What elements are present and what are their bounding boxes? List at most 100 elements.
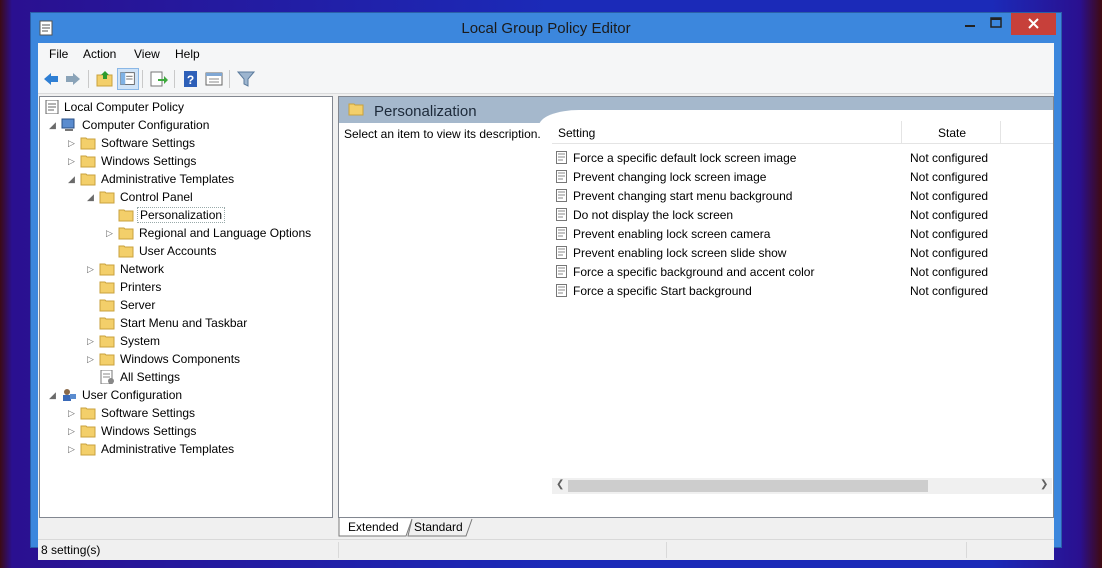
tree-node-printers[interactable]: Printers xyxy=(87,279,317,297)
folder-icon xyxy=(118,227,134,240)
status-bar: 8 setting(s) xyxy=(38,539,1054,560)
help-icon[interactable]: ? xyxy=(180,68,202,90)
back-icon[interactable] xyxy=(40,68,62,90)
tree-node-local-computer-policy[interactable]: Local Computer Policy xyxy=(40,99,320,117)
folder-icon xyxy=(80,155,96,168)
tree-node-control-panel[interactable]: ◢ Control Panel xyxy=(87,189,317,207)
window-title: Local Group Policy Editor xyxy=(461,20,631,37)
setting-icon xyxy=(556,151,567,164)
tree-node-label: System xyxy=(120,334,161,348)
toolbar-separator xyxy=(142,70,143,88)
setting-row[interactable]: Force a specific default lock screen ima… xyxy=(552,148,1052,167)
tree-node-network[interactable]: ▷ Network xyxy=(87,261,317,279)
tree-node-label: Start Menu and Taskbar xyxy=(120,316,248,330)
scrollbar-thumb[interactable] xyxy=(568,480,928,492)
properties-icon[interactable] xyxy=(203,68,225,90)
forward-icon[interactable] xyxy=(62,68,84,90)
setting-name: Prevent changing lock screen image xyxy=(573,170,767,184)
column-separator[interactable] xyxy=(901,121,902,143)
setting-name: Prevent enabling lock screen camera xyxy=(573,227,771,241)
tree-node-label: User Accounts xyxy=(139,244,217,258)
tree-node-user-software-settings[interactable]: ▷ Software Settings xyxy=(68,405,318,423)
tree-node-system[interactable]: ▷ System xyxy=(87,333,317,351)
setting-row[interactable]: Force a specific Start background Not con… xyxy=(552,281,1052,300)
minimize-button[interactable] xyxy=(957,13,983,35)
all-settings-icon xyxy=(100,370,114,384)
expand-icon[interactable]: ▷ xyxy=(87,264,97,274)
close-button[interactable] xyxy=(1011,13,1056,35)
up-folder-icon[interactable] xyxy=(94,68,116,90)
tree-node-user-accounts[interactable]: User Accounts xyxy=(106,243,316,261)
expand-icon[interactable]: ▷ xyxy=(68,444,78,454)
title-bar[interactable]: Local Group Policy Editor xyxy=(31,13,1061,43)
setting-state: Not configured xyxy=(910,265,989,279)
filter-icon[interactable] xyxy=(235,68,257,90)
expand-icon[interactable]: ▷ xyxy=(87,336,97,346)
user-icon xyxy=(63,389,76,401)
toolbar: ? xyxy=(38,65,1054,94)
scroll-left-icon[interactable]: ❮ xyxy=(556,479,564,490)
setting-row[interactable]: Prevent changing lock screen image Not co… xyxy=(552,167,1052,186)
tab-extended[interactable]: Extended xyxy=(338,518,408,536)
show-hide-tree-icon[interactable] xyxy=(117,68,139,90)
expand-icon[interactable]: ▷ xyxy=(68,156,78,166)
tree-node-windows-settings[interactable]: ▷ Windows Settings xyxy=(68,153,318,171)
collapse-icon[interactable]: ◢ xyxy=(68,174,78,184)
expand-icon[interactable]: ▷ xyxy=(106,228,116,238)
scroll-right-icon[interactable]: ❯ xyxy=(1040,479,1048,490)
maximize-button[interactable] xyxy=(983,13,1009,35)
tree-node-label: User Configuration xyxy=(82,388,183,402)
menu-help[interactable]: Help xyxy=(175,47,200,61)
column-header-setting[interactable]: Setting xyxy=(558,126,595,140)
tree-node-computer-configuration[interactable]: ◢ Computer Configuration xyxy=(49,117,319,135)
toolbar-separator xyxy=(229,70,230,88)
tree-node-administrative-templates[interactable]: ◢ Administrative Templates xyxy=(68,171,318,189)
collapse-icon[interactable]: ◢ xyxy=(49,120,59,130)
tree-node-user-configuration[interactable]: ◢ User Configuration xyxy=(49,387,319,405)
expand-icon[interactable]: ▷ xyxy=(68,408,78,418)
setting-row[interactable]: Force a specific background and accent c… xyxy=(552,262,1052,281)
tree-node-regional-language[interactable]: ▷ Regional and Language Options xyxy=(106,225,316,243)
menu-view[interactable]: View xyxy=(134,47,160,61)
tree-node-start-menu-taskbar[interactable]: Start Menu and Taskbar xyxy=(87,315,317,333)
collapse-icon[interactable]: ◢ xyxy=(49,390,59,400)
expand-icon[interactable]: ▷ xyxy=(68,426,78,436)
tree-node-label: Software Settings xyxy=(101,406,196,420)
collapse-icon[interactable]: ◢ xyxy=(87,192,97,202)
tree-node-windows-components[interactable]: ▷ Windows Components xyxy=(87,351,317,369)
export-list-icon[interactable] xyxy=(148,68,170,90)
folder-icon xyxy=(99,353,115,366)
setting-state: Not configured xyxy=(910,227,989,241)
menu-file[interactable]: File xyxy=(49,47,68,61)
tree-node-label: All Settings xyxy=(120,370,181,384)
details-pane: Personalization Select an item to view i… xyxy=(338,96,1054,518)
folder-icon xyxy=(80,425,96,438)
setting-row[interactable]: Prevent changing start menu background No… xyxy=(552,186,1052,205)
tree-node-all-settings[interactable]: All Settings xyxy=(87,369,317,387)
expand-icon[interactable]: ▷ xyxy=(87,354,97,364)
tree-node-label: Regional and Language Options xyxy=(139,226,312,240)
horizontal-scrollbar[interactable]: ❮ ❯ xyxy=(552,478,1052,494)
column-header-state[interactable]: State xyxy=(938,126,966,140)
setting-state: Not configured xyxy=(910,189,989,203)
tree-node-label: Windows Settings xyxy=(101,154,197,168)
tree-node-user-administrative-templates[interactable]: ▷ Administrative Templates xyxy=(68,441,318,459)
setting-icon xyxy=(556,170,567,183)
expand-icon[interactable]: ▷ xyxy=(68,138,78,148)
setting-row[interactable]: Prevent enabling lock screen slide show N… xyxy=(552,243,1052,262)
tab-standard[interactable]: Standard xyxy=(408,518,470,536)
setting-icon xyxy=(556,265,567,278)
column-separator[interactable] xyxy=(1000,121,1001,143)
folder-icon xyxy=(80,443,96,456)
tree-node-server[interactable]: Server xyxy=(87,297,317,315)
tree-node-personalization[interactable]: Personalization xyxy=(106,207,316,225)
navigation-tree[interactable]: Local Computer Policy ◢ Computer Configu… xyxy=(39,96,333,518)
setting-row[interactable]: Do not display the lock screen Not config… xyxy=(552,205,1052,224)
tree-node-user-windows-settings[interactable]: ▷ Windows Settings xyxy=(68,423,318,441)
setting-name: Prevent enabling lock screen slide show xyxy=(573,246,787,260)
menu-action[interactable]: Action xyxy=(83,47,116,61)
setting-icon xyxy=(556,227,567,240)
tree-node-software-settings[interactable]: ▷ Software Settings xyxy=(68,135,318,153)
setting-icon xyxy=(556,246,567,259)
setting-row[interactable]: Prevent enabling lock screen camera Not c… xyxy=(552,224,1052,243)
